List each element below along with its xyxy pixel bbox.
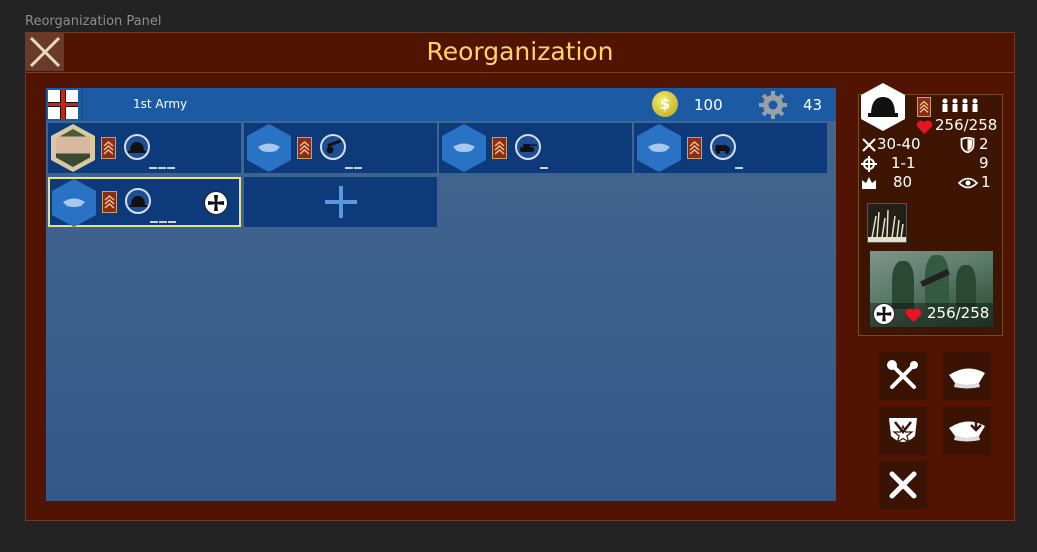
rank-chevron-icon <box>917 97 931 117</box>
officer-downgrade-button[interactable] <box>943 407 991 455</box>
rank-chevron-icon <box>101 137 116 159</box>
officer-cap-icon <box>258 143 280 152</box>
title-bar: Reorganization <box>26 33 1014 73</box>
repair-button[interactable] <box>879 352 927 400</box>
soldier-helmet-icon <box>124 134 150 160</box>
parts-value: 43 <box>803 96 823 114</box>
coin-icon: $ <box>652 91 678 117</box>
heart-icon <box>905 308 922 322</box>
officer-cap-icon <box>453 143 475 152</box>
tank-icon <box>515 134 541 160</box>
officer-upgrade-button[interactable] <box>943 352 991 400</box>
eye-icon <box>958 177 978 189</box>
window-caption: Reorganization Panel <box>25 14 162 29</box>
armored-car-icon <box>710 134 736 160</box>
vision-value: 1 <box>981 173 991 191</box>
panel-title: Reorganization <box>426 37 614 66</box>
supply-value: 80 <box>893 173 913 191</box>
unit-slot-3[interactable] <box>439 123 632 173</box>
strength-bars <box>150 208 177 227</box>
strength-bars <box>540 154 549 173</box>
photo-hp-value: 256/258 <box>927 304 990 322</box>
strength-bars <box>735 154 744 173</box>
squad-icon <box>942 98 978 112</box>
unit-slot-1[interactable] <box>48 123 241 173</box>
army-area: 1st Army $ 100 43 <box>46 88 836 501</box>
supply-icon <box>862 177 876 189</box>
officer-cap-icon <box>949 368 985 389</box>
shield-disband-icon <box>889 418 917 444</box>
plus-icon <box>324 186 357 218</box>
unit-type-hex <box>861 83 905 131</box>
unit-info-panel: 256/258 30-40 2 1-1 9 80 1 256/258 <box>858 83 1003 336</box>
strength-bars <box>345 154 363 173</box>
unit-photo: 256/258 <box>870 251 993 327</box>
defense-value: 2 <box>979 135 989 153</box>
rank-chevron-icon <box>492 137 507 159</box>
heart-icon <box>916 120 933 134</box>
cancel-button[interactable] <box>879 461 927 509</box>
tools-icon <box>887 360 918 389</box>
attack-value: 30-40 <box>877 135 921 153</box>
iron-cross-icon <box>204 191 228 215</box>
strength-bars <box>149 154 176 173</box>
reorganization-panel: Reorganization 1st Army $ 100 43 256/258… <box>25 32 1015 521</box>
iron-cross-icon <box>873 303 895 325</box>
soldier-helmet-icon <box>868 97 898 117</box>
shield-icon <box>960 137 975 153</box>
army-header: 1st Army $ 100 43 <box>46 88 836 121</box>
iron-cross-flag-icon <box>48 90 78 119</box>
army-name: 1st Army <box>133 97 188 111</box>
unit-slot-2[interactable] <box>244 123 437 173</box>
unit-slot-5[interactable] <box>48 177 241 227</box>
attack-icon <box>862 138 876 152</box>
unit-hp-value: 256/258 <box>935 116 998 134</box>
officer-cap-icon <box>648 143 670 152</box>
rank-chevron-icon <box>687 137 702 159</box>
range-value: 1-1 <box>891 154 916 172</box>
rank-chevron-icon <box>102 191 117 213</box>
officer-cap-icon <box>63 198 85 207</box>
unit-slot-4[interactable] <box>634 123 827 173</box>
gear-icon <box>759 91 787 119</box>
close-icon <box>889 471 917 499</box>
officer-cap-down-icon <box>949 418 985 442</box>
money-value: 100 <box>694 96 723 114</box>
disband-button[interactable] <box>879 407 927 455</box>
howitzer-icon <box>320 134 346 160</box>
soldier-helmet-icon <box>125 188 151 214</box>
rank-chevron-icon <box>297 137 312 159</box>
crosshair-icon <box>861 156 877 172</box>
movement-value: 9 <box>979 154 989 172</box>
add-unit-button[interactable] <box>244 177 437 227</box>
terrain-grass-icon <box>867 203 907 243</box>
